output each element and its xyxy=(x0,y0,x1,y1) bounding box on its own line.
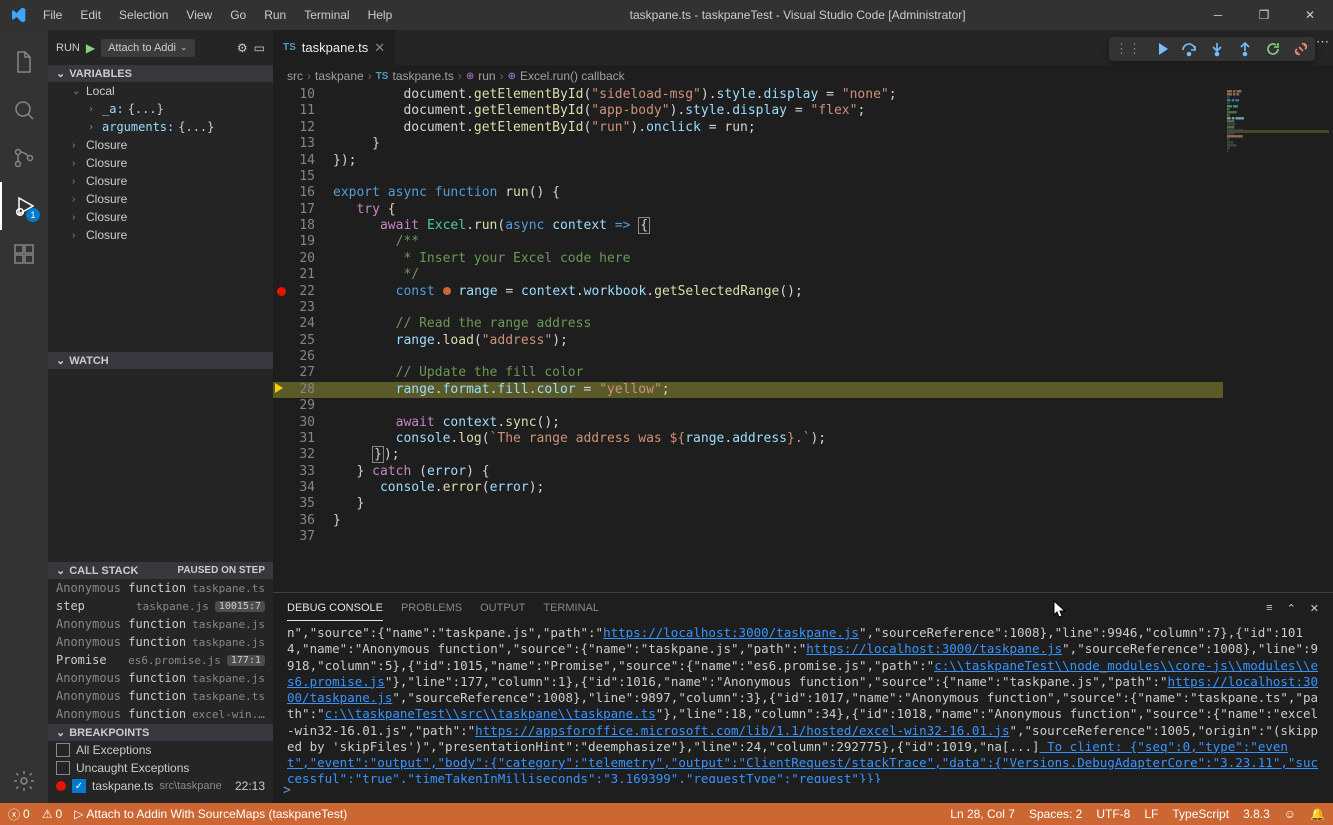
typescript-icon: TS xyxy=(283,42,296,53)
close-tab-icon[interactable]: ✕ xyxy=(374,40,385,56)
all-exceptions[interactable]: All Exceptions xyxy=(48,741,273,759)
restart-icon[interactable] xyxy=(1265,41,1281,57)
tab-taskpane[interactable]: TS taskpane.ts ✕ xyxy=(273,30,396,65)
status-errors[interactable]: ⓧ 0 xyxy=(8,806,30,823)
title-bar: FileEditSelectionViewGoRunTerminalHelp t… xyxy=(0,0,1333,30)
gear-icon[interactable]: ⚙ xyxy=(237,41,248,55)
callstack-frame[interactable]: steptaskpane.js10015:7 xyxy=(48,597,273,615)
maximize-button[interactable]: ❐ xyxy=(1241,0,1287,30)
status-spaces[interactable]: Spaces: 2 xyxy=(1029,807,1082,821)
menu-go[interactable]: Go xyxy=(222,4,254,26)
run-debug-icon[interactable]: 1 xyxy=(0,182,48,230)
uncaught-exceptions[interactable]: Uncaught Exceptions xyxy=(48,759,273,777)
minimap[interactable]: ████ ██ ████████ ██ ███████ ██ █████████… xyxy=(1223,87,1333,592)
code-editor[interactable]: 10 document.getElementById("sideload-msg… xyxy=(273,87,1223,592)
extensions-icon[interactable] xyxy=(0,230,48,278)
bottom-panel: DEBUG CONSOLE PROBLEMS OUTPUT TERMINAL ≡… xyxy=(273,592,1333,805)
tab-terminal[interactable]: TERMINAL xyxy=(543,596,599,620)
scope-closure[interactable]: ›Closure xyxy=(48,208,273,226)
watch-section-header[interactable]: ⌄WATCH xyxy=(48,352,273,369)
step-out-icon[interactable] xyxy=(1237,41,1253,57)
editor-area: TS taskpane.ts ✕ ◫ ⋯ ⋮⋮ src› taskpane› T… xyxy=(273,30,1333,805)
callstack-frame[interactable]: Anonymous functiontaskpane.ts xyxy=(48,687,273,705)
menu-bar: FileEditSelectionViewGoRunTerminalHelp xyxy=(35,4,400,26)
variable-item[interactable]: ›_a: {...} xyxy=(48,100,273,118)
minimize-button[interactable]: ─ xyxy=(1195,0,1241,30)
callstack-frame[interactable]: Anonymous functionexcel-win... xyxy=(48,705,273,723)
status-encoding[interactable]: UTF-8 xyxy=(1096,807,1130,821)
callstack-frame[interactable]: Anonymous functiontaskpane.js xyxy=(48,615,273,633)
window-title: taskpane.ts - taskpaneTest - Visual Stud… xyxy=(400,8,1195,22)
close-panel-icon[interactable]: ✕ xyxy=(1310,602,1319,615)
status-line-col[interactable]: Ln 28, Col 7 xyxy=(950,807,1015,821)
watch-body[interactable] xyxy=(48,369,273,562)
debug-toolbar[interactable]: ⋮⋮ xyxy=(1109,37,1315,61)
panel-tabs: DEBUG CONSOLE PROBLEMS OUTPUT TERMINAL ≡… xyxy=(273,593,1333,623)
search-icon[interactable] xyxy=(0,86,48,134)
callstack-frame[interactable]: Anonymous functiontaskpane.js xyxy=(48,633,273,651)
callstack-frame[interactable]: Anonymous functiontaskpane.js xyxy=(48,669,273,687)
step-over-icon[interactable] xyxy=(1181,41,1197,57)
breakpoints-section-header[interactable]: ⌄BREAKPOINTS xyxy=(48,724,273,741)
settings-gear-icon[interactable] xyxy=(0,757,48,805)
menu-edit[interactable]: Edit xyxy=(72,4,109,26)
activity-bar: 1 xyxy=(0,30,48,805)
scope-local[interactable]: ⌄Local xyxy=(48,82,273,100)
source-control-icon[interactable] xyxy=(0,134,48,182)
debug-badge: 1 xyxy=(26,208,40,222)
filter-icon[interactable]: ≡ xyxy=(1266,602,1272,615)
bell-icon[interactable]: 🔔 xyxy=(1310,807,1325,821)
menu-file[interactable]: File xyxy=(35,4,70,26)
tab-problems[interactable]: PROBLEMS xyxy=(401,596,462,620)
start-debug-icon[interactable]: ▶ xyxy=(86,41,95,55)
debug-console-toggle-icon[interactable]: ▭ xyxy=(254,41,265,55)
scope-closure[interactable]: ›Closure xyxy=(48,226,273,244)
debug-console-output[interactable]: n","source":{"name":"taskpane.js","path"… xyxy=(273,623,1333,783)
menu-view[interactable]: View xyxy=(178,4,220,26)
run-header: RUN ▶ Attach to Addi ⌄ ⚙ ▭ xyxy=(48,30,273,65)
callstack-frame[interactable]: Promisees6.promise.js177:1 xyxy=(48,651,273,669)
breadcrumbs[interactable]: src› taskpane› TStaskpane.ts› ⊕run› ⊕Exc… xyxy=(273,65,1333,87)
step-into-icon[interactable] xyxy=(1209,41,1225,57)
scope-closure[interactable]: ›Closure xyxy=(48,136,273,154)
breakpoint-checkbox[interactable]: ✓ xyxy=(72,779,86,793)
run-label: RUN xyxy=(56,42,80,54)
status-bar: ⓧ 0 ⚠ 0 ▷ Attach to Addin With SourceMap… xyxy=(0,803,1333,825)
vscode-logo xyxy=(0,7,35,23)
status-launch[interactable]: ▷ Attach to Addin With SourceMaps (taskp… xyxy=(74,807,347,821)
callstack-section-header[interactable]: ⌄CALL STACKPAUSED ON STEP xyxy=(48,562,273,579)
scope-closure[interactable]: ›Closure xyxy=(48,190,273,208)
more-actions-icon[interactable]: ⋯ xyxy=(1316,34,1329,50)
scope-closure[interactable]: ›Closure xyxy=(48,172,273,190)
status-ts-version[interactable]: 3.8.3 xyxy=(1243,807,1270,821)
drag-handle-icon[interactable]: ⋮⋮ xyxy=(1115,41,1141,57)
chevron-up-icon[interactable]: ⌃ xyxy=(1287,602,1296,615)
disconnect-icon[interactable] xyxy=(1293,41,1309,57)
variable-item[interactable]: ›arguments: {...} xyxy=(48,118,273,136)
explorer-icon[interactable] xyxy=(0,38,48,86)
variables-section-header[interactable]: ⌄VARIABLES xyxy=(48,65,273,82)
status-lang[interactable]: TypeScript xyxy=(1172,807,1229,821)
debug-sidebar: RUN ▶ Attach to Addi ⌄ ⚙ ▭ ⌄VARIABLES ⌄L… xyxy=(48,30,273,805)
menu-run[interactable]: Run xyxy=(256,4,294,26)
tab-debug-console[interactable]: DEBUG CONSOLE xyxy=(287,596,383,621)
debug-console-input[interactable]: > xyxy=(273,783,1333,805)
menu-terminal[interactable]: Terminal xyxy=(296,4,357,26)
breakpoint-file[interactable]: ✓ taskpane.ts src\taskpane 22:13 xyxy=(48,777,273,795)
breakpoint-dot-icon xyxy=(56,781,66,791)
scope-closure[interactable]: ›Closure xyxy=(48,154,273,172)
tab-output[interactable]: OUTPUT xyxy=(480,596,525,620)
status-eol[interactable]: LF xyxy=(1144,807,1158,821)
callstack-frame[interactable]: Anonymous functiontaskpane.ts xyxy=(48,579,273,597)
menu-help[interactable]: Help xyxy=(360,4,401,26)
paused-on-step-badge: PAUSED ON STEP xyxy=(177,565,265,576)
menu-selection[interactable]: Selection xyxy=(111,4,176,26)
status-warnings[interactable]: ⚠ 0 xyxy=(42,807,62,821)
continue-icon[interactable] xyxy=(1153,41,1169,57)
feedback-icon[interactable]: ☺ xyxy=(1284,807,1296,821)
debug-config-selector[interactable]: Attach to Addi ⌄ xyxy=(101,39,194,57)
close-button[interactable]: ✕ xyxy=(1287,0,1333,30)
